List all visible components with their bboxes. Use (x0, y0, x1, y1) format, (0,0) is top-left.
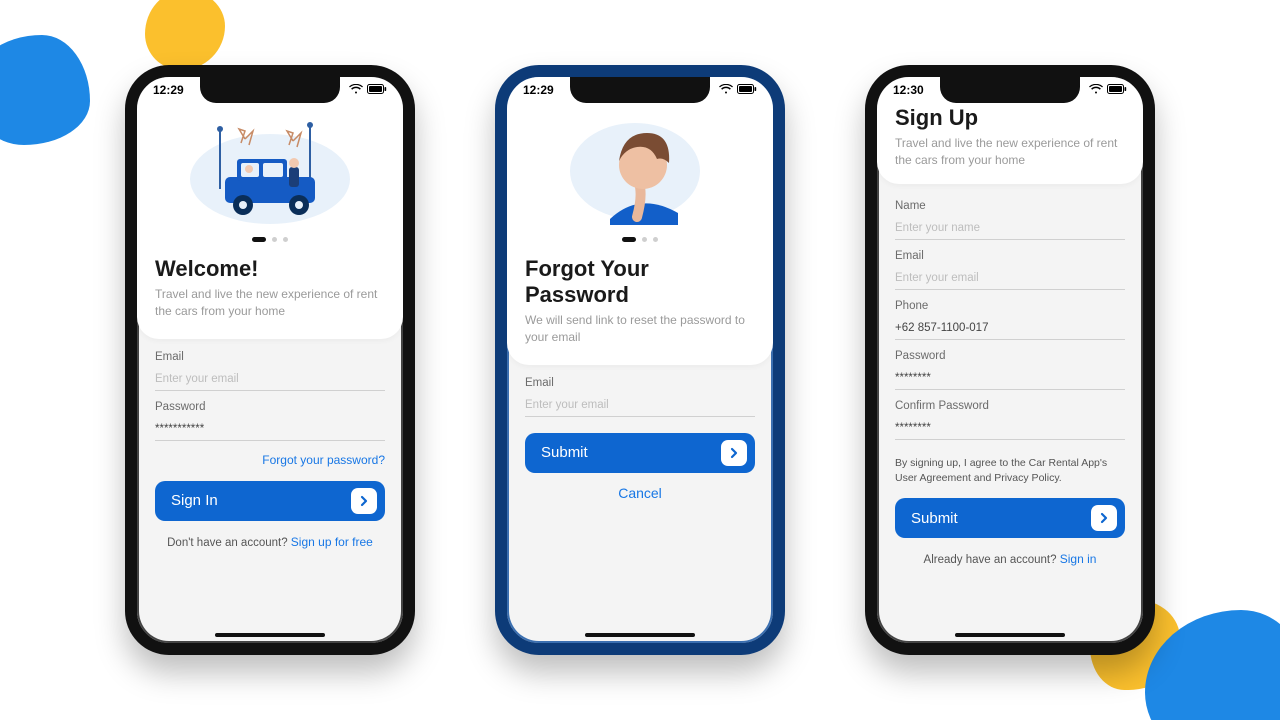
carousel-dots[interactable] (525, 237, 755, 242)
battery-icon (367, 83, 387, 97)
signup-subtitle: Travel and live the new experience of re… (895, 135, 1125, 170)
phone-field: Phone (895, 300, 1125, 340)
dot-3[interactable] (283, 237, 288, 242)
car-illustration (155, 109, 385, 229)
welcome-title: Welcome! (155, 256, 385, 282)
signin-prompt-text: Already have an account? (924, 554, 1060, 566)
password-field: Password (895, 350, 1125, 390)
submit-button[interactable]: Submit (895, 498, 1125, 538)
password-label: Password (155, 401, 385, 413)
email-input[interactable] (895, 270, 1125, 290)
signin-prompt: Already have an account? Sign in (895, 552, 1125, 566)
welcome-card: Welcome! Travel and live the new experie… (137, 77, 403, 339)
signup-prompt: Don't have an account? Sign up for free (155, 535, 385, 549)
email-label: Email (155, 351, 385, 363)
email-field: Email (895, 250, 1125, 290)
status-time: 12:29 (523, 83, 554, 97)
submit-button-label: Submit (541, 444, 588, 461)
dot-2[interactable] (272, 237, 277, 242)
phone-forgot: 12:29 (495, 65, 785, 655)
phone-label: Phone (895, 300, 1125, 312)
forgot-title: Forgot Your Password (525, 256, 755, 308)
signup-title: Sign Up (895, 105, 1125, 131)
signup-prompt-text: Don't have an account? (167, 537, 291, 549)
battery-icon (737, 83, 757, 97)
dot-3[interactable] (653, 237, 658, 242)
welcome-subtitle: Travel and live the new experience of re… (155, 286, 385, 321)
phone-notch (570, 77, 710, 103)
email-field: Email (525, 377, 755, 417)
cancel-link[interactable]: Cancel (618, 485, 662, 501)
wifi-icon (719, 83, 733, 97)
phone-notch (200, 77, 340, 103)
confirm-password-label: Confirm Password (895, 400, 1125, 412)
status-time: 12:29 (153, 83, 184, 97)
phones-stage: 12:29 (0, 0, 1280, 720)
wifi-icon (1089, 83, 1103, 97)
signin-link[interactable]: Sign in (1060, 552, 1097, 566)
confirm-password-field: Confirm Password (895, 400, 1125, 440)
signup-link[interactable]: Sign up for free (291, 535, 373, 549)
signin-button-label: Sign In (171, 492, 218, 509)
forgot-subtitle: We will send link to reset the password … (525, 312, 755, 347)
submit-button-label: Submit (911, 510, 958, 527)
dot-1[interactable] (252, 237, 266, 242)
password-field: Password (155, 401, 385, 441)
phone-welcome: 12:29 (125, 65, 415, 655)
forgot-card: Forgot Your Password We will send link t… (507, 77, 773, 365)
chevron-right-icon (351, 488, 377, 514)
chevron-right-icon (1091, 505, 1117, 531)
email-label: Email (525, 377, 755, 389)
name-field: Name (895, 200, 1125, 240)
phone-notch (940, 77, 1080, 103)
password-input[interactable] (895, 370, 1125, 390)
wifi-icon (349, 83, 363, 97)
home-indicator[interactable] (215, 633, 325, 637)
signin-form: Email Password Forgot your password? Sig… (137, 339, 403, 643)
dot-1[interactable] (622, 237, 636, 242)
carousel-dots[interactable] (155, 237, 385, 242)
password-label: Password (895, 350, 1125, 362)
submit-button[interactable]: Submit (525, 433, 755, 473)
phone-input[interactable] (895, 320, 1125, 340)
phone-signup: 12:30 Sign Up Travel and live the new ex… (865, 65, 1155, 655)
email-label: Email (895, 250, 1125, 262)
confirm-password-input[interactable] (895, 420, 1125, 440)
email-input[interactable] (525, 397, 755, 417)
status-time: 12:30 (893, 83, 924, 97)
name-label: Name (895, 200, 1125, 212)
email-input[interactable] (155, 371, 385, 391)
dot-2[interactable] (642, 237, 647, 242)
signup-form: Name Email Phone Password Confirm Passwo… (877, 184, 1143, 643)
chevron-right-icon (721, 440, 747, 466)
signin-button[interactable]: Sign In (155, 481, 385, 521)
password-input[interactable] (155, 421, 385, 441)
person-illustration (525, 109, 755, 229)
battery-icon (1107, 83, 1127, 97)
forgot-form: Email Submit Cancel (507, 365, 773, 643)
home-indicator[interactable] (585, 633, 695, 637)
forgot-password-link[interactable]: Forgot your password? (262, 453, 385, 467)
legal-text: By signing up, I agree to the Car Rental… (895, 456, 1125, 486)
email-field: Email (155, 351, 385, 391)
name-input[interactable] (895, 220, 1125, 240)
home-indicator[interactable] (955, 633, 1065, 637)
